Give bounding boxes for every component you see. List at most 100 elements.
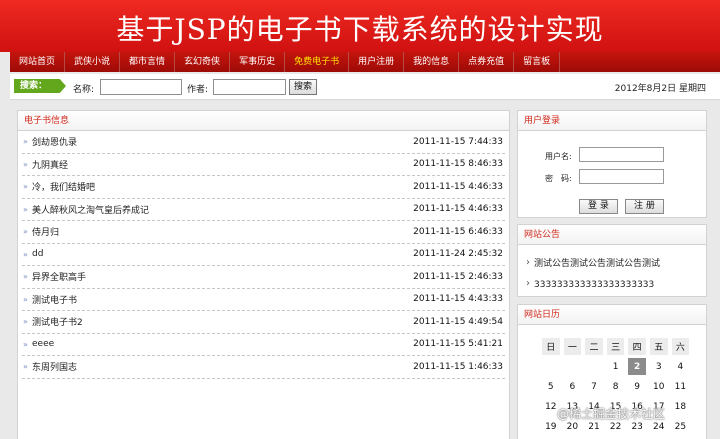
calendar-day [564, 358, 582, 375]
notice-panel: 网站公告 测试公告测试公告测试公告测试333333333333333333333 [517, 224, 707, 297]
arrow-icon: » [23, 362, 28, 372]
notice-panel-title: 网站公告 [518, 225, 706, 245]
calendar-day[interactable]: 7 [585, 378, 603, 395]
ebook-date: 2011-11-15 5:41:21 [413, 339, 503, 350]
nav-item[interactable]: 玄幻奇侠 [175, 52, 231, 72]
calendar-day[interactable]: 11 [672, 378, 690, 395]
ebook-row: » dd 2011-11-24 2:45:32 [22, 244, 505, 266]
ebook-title-link[interactable]: 剑劫恩仇录 [32, 135, 413, 148]
nav-item[interactable]: 武侠小说 [65, 52, 121, 72]
notice-list: 测试公告测试公告测试公告测试333333333333333333333 [518, 245, 706, 296]
arrow-icon: » [23, 182, 28, 192]
calendar-day [542, 358, 560, 375]
ebook-date: 2011-11-15 6:46:33 [413, 226, 503, 237]
arrow-icon: » [23, 249, 28, 259]
ebook-title-link[interactable]: 测试电子书2 [32, 315, 413, 328]
calendar-day[interactable]: 10 [650, 378, 668, 395]
calendar-day[interactable]: 3 [650, 358, 668, 375]
nav-item[interactable]: 都市言情 [120, 52, 176, 72]
ebook-row: » 九阴真经 2011-11-15 8:46:33 [22, 154, 505, 176]
ebook-title-link[interactable]: 侍月归 [32, 225, 413, 238]
ebook-row: » 剑劫恩仇录 2011-11-15 7:44:33 [22, 131, 505, 154]
login-button[interactable]: 登 录 [579, 199, 618, 214]
main-nav: 网站首页 武侠小说 都市言情 玄幻奇侠 军事历史 免费电子书 用户注册 我的信息 点券充值 留言板 [10, 52, 720, 72]
ebook-row: » 测试电子书2 2011-11-15 4:49:54 [22, 311, 505, 334]
calendar-weekday: 一 [563, 338, 582, 355]
nav-item[interactable]: 军事历史 [230, 52, 286, 72]
site-banner: 基于JSP的电子书下载系统的设计实现 [0, 0, 720, 52]
nav-item[interactable]: 我的信息 [404, 52, 460, 72]
nav-item[interactable]: 用户注册 [349, 52, 405, 72]
notice-item[interactable]: 测试公告测试公告测试公告测试 [526, 253, 706, 275]
ebook-title-link[interactable]: 九阴真经 [32, 158, 413, 171]
ebook-title-link[interactable]: 异界全职高手 [32, 270, 413, 283]
calendar-weekday: 三 [606, 338, 625, 355]
ebook-row: » 冷，我们结婚吧 2011-11-15 4:46:33 [22, 176, 505, 199]
arrow-icon: » [23, 204, 28, 214]
nav-item[interactable]: 留言板 [514, 52, 561, 72]
ebook-date: 2011-11-15 1:46:33 [413, 361, 503, 372]
password-label: 密 码: [545, 174, 572, 183]
calendar-day[interactable]: 9 [628, 378, 646, 395]
name-label: 名称: [73, 85, 95, 95]
watermark: @稀土掘金技术社区 [557, 407, 666, 421]
ebook-panel-title: 电子书信息 [18, 111, 509, 131]
calendar-weekday: 六 [671, 338, 690, 355]
nav-item[interactable]: 免费电子书 [285, 52, 350, 72]
ebook-title-link[interactable]: dd [32, 249, 413, 259]
calendar-day[interactable]: 2 [628, 358, 646, 375]
ebook-title-link[interactable]: 冷，我们结婚吧 [32, 180, 413, 193]
nav-item[interactable]: 点券充值 [459, 52, 515, 72]
ebook-date: 2011-11-15 4:46:33 [413, 204, 503, 215]
password-input[interactable] [579, 169, 664, 184]
calendar-day[interactable]: 25 [672, 418, 690, 435]
ebook-title-link[interactable]: 美人醉秋风之淘气皇后养成记 [32, 203, 413, 216]
arrow-icon: » [23, 339, 28, 349]
calendar-day[interactable]: 6 [564, 378, 582, 395]
ebook-date: 2011-11-15 4:49:54 [413, 316, 503, 327]
ebook-row: » 东周列国志 2011-11-15 1:46:33 [22, 356, 505, 379]
current-date: 2012年8月2日 星期四 [614, 84, 706, 94]
notice-item[interactable]: 333333333333333333333 [526, 274, 706, 296]
search-bar: 搜索： 名称: 作者: 搜索 2012年8月2日 星期四 [10, 74, 720, 100]
ebook-row: » 美人醉秋风之淘气皇后养成记 2011-11-15 4:46:33 [22, 199, 505, 221]
calendar-weekday: 二 [585, 338, 603, 355]
ebook-title-link[interactable]: 东周列国志 [32, 360, 413, 373]
site-title: 基于JSP的电子书下载系统的设计实现 [116, 13, 604, 46]
ebook-row: » 测试电子书 2011-11-15 4:43:33 [22, 289, 505, 311]
calendar-day[interactable]: 18 [672, 398, 690, 415]
search-tag: 搜索： [14, 79, 66, 93]
ebook-date: 2011-11-15 4:43:33 [413, 294, 503, 305]
author-label: 作者: [187, 85, 209, 95]
ebook-panel: 电子书信息 » 剑劫恩仇录 2011-11-15 7:44:33» 九阴真经 2011-… [17, 110, 510, 439]
name-search-input[interactable] [100, 79, 182, 95]
username-input[interactable] [579, 147, 664, 162]
ebook-date: 2011-11-24 2:45:32 [413, 249, 503, 260]
nav-item[interactable]: 网站首页 [10, 52, 66, 72]
ebook-title-link[interactable]: eeee [32, 339, 413, 349]
ebook-title-link[interactable]: 测试电子书 [32, 293, 413, 306]
calendar-day[interactable]: 8 [607, 378, 625, 395]
author-search-input[interactable] [213, 79, 286, 95]
register-button[interactable]: 注 册 [625, 199, 664, 214]
calendar-day[interactable]: 4 [672, 358, 690, 375]
calendar-weekday: 日 [542, 338, 560, 355]
arrow-icon: » [23, 317, 28, 327]
ebook-list: » 剑劫恩仇录 2011-11-15 7:44:33» 九阴真经 2011-11-15 … [18, 131, 509, 379]
calendar: 日一二三四五六 1 2 3 4 5 6 7 8 9 10 11 12 13 14 15 16 17 18 19 20 21… [538, 335, 693, 439]
ebook-date: 2011-11-15 2:46:33 [413, 271, 503, 282]
arrow-icon: » [23, 227, 28, 237]
search-button[interactable]: 搜索 [289, 79, 317, 95]
calendar-weekday: 四 [628, 338, 646, 355]
ebook-row: » eeee 2011-11-15 5:41:21 [22, 334, 505, 356]
arrow-icon: » [23, 159, 28, 169]
arrow-icon: » [23, 137, 28, 147]
calendar-day[interactable]: 1 [607, 358, 625, 375]
ebook-row: » 侍月归 2011-11-15 6:46:33 [22, 221, 505, 244]
login-panel: 用户登录 用户名: 密 码: 登 录 注 册 [517, 110, 707, 218]
ebook-date: 2011-11-15 7:44:33 [413, 136, 503, 147]
login-panel-title: 用户登录 [518, 111, 706, 131]
arrow-icon: » [23, 294, 28, 304]
ebook-date: 2011-11-15 8:46:33 [413, 159, 503, 170]
calendar-day[interactable]: 5 [542, 378, 560, 395]
